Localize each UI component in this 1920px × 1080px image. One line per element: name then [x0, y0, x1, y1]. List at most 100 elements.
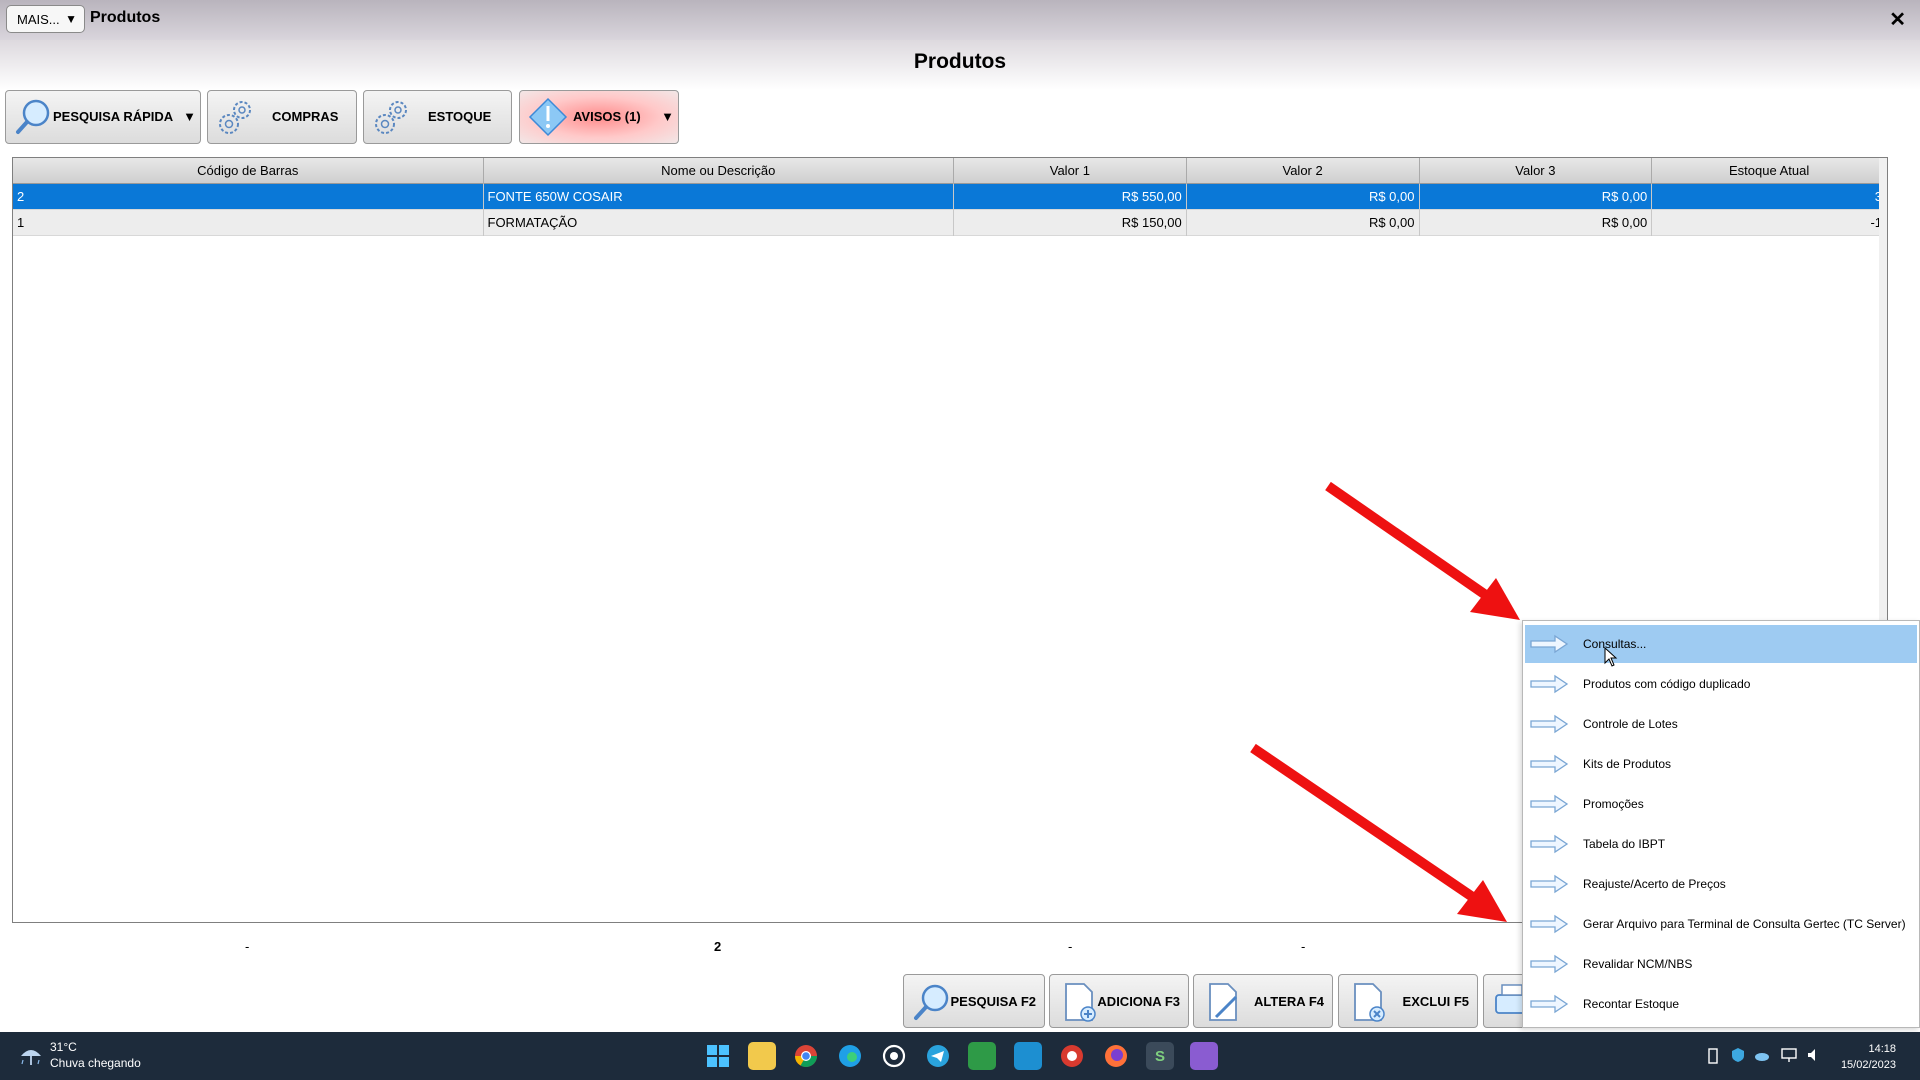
- menu-item-consultas[interactable]: Consultas...: [1525, 625, 1917, 663]
- column-header[interactable]: Estoque Atual: [1652, 158, 1887, 184]
- menu-item-revalidate-ncm[interactable]: Revalidar NCM/NBS: [1525, 945, 1917, 983]
- usb-icon[interactable]: [1706, 1047, 1720, 1065]
- menu-item-recount-stock[interactable]: Recontar Estoque: [1525, 985, 1917, 1023]
- menu-item-label: Recontar Estoque: [1583, 997, 1680, 1011]
- arrow-right-icon: [1530, 794, 1569, 814]
- cloud-icon[interactable]: [1754, 1047, 1770, 1063]
- erp-app-icon[interactable]: S: [1146, 1042, 1174, 1070]
- arrow-right-icon: [1530, 834, 1569, 854]
- menu-item-ibpt-table[interactable]: Tabela do IBPT: [1525, 825, 1917, 863]
- arrow-right-icon: [1530, 994, 1569, 1014]
- arrow-right-icon: [1530, 754, 1569, 774]
- delete-document-icon: [1354, 983, 1385, 1022]
- menu-item-label: Gerar Arquivo para Terminal de Consulta …: [1583, 917, 1906, 931]
- menu-item-label: Promoções: [1583, 797, 1644, 811]
- clock-time: 14:18: [1868, 1043, 1896, 1055]
- purchases-label: COMPRAS: [272, 109, 339, 124]
- page-title: Produtos: [913, 50, 1007, 73]
- barcode-cell: 1: [13, 210, 484, 236]
- window-title: Produtos: [90, 9, 161, 26]
- edge-icon[interactable]: [836, 1042, 864, 1070]
- warnings-button[interactable]: AVISOS (1) ▼: [519, 90, 679, 144]
- network-icon[interactable]: [1780, 1047, 1798, 1063]
- table-row[interactable]: 1 FORMATAÇÃO R$ 150,00 R$ 0,00 R$ 0,00 -…: [13, 210, 1887, 236]
- column-header[interactable]: Nome ou Descrição: [484, 158, 954, 184]
- arrow-right-icon: [1530, 954, 1569, 974]
- firefox-icon[interactable]: [1102, 1042, 1130, 1070]
- system-clock[interactable]: 14:18 15/02/2023: [1841, 1041, 1896, 1073]
- gear-icon: [219, 101, 251, 134]
- more-menu-button[interactable]: MAIS... ▼: [6, 5, 85, 33]
- column-header[interactable]: Valor 2: [1187, 158, 1420, 184]
- more-menu-label: MAIS...: [17, 11, 60, 27]
- column-header[interactable]: Valor 1: [954, 158, 1187, 184]
- total-value2: -: [1301, 939, 1306, 954]
- file-explorer-icon[interactable]: [748, 1042, 776, 1070]
- table-header: Código de Barras Nome ou Descrição Valor…: [13, 158, 1887, 184]
- menu-item-duplicate-codes[interactable]: Produtos com código duplicado: [1525, 665, 1917, 703]
- delete-f5-label: EXCLUI F5: [1402, 994, 1469, 1009]
- messenger-icon[interactable]: [1014, 1042, 1042, 1070]
- media-app-icon[interactable]: [1190, 1042, 1218, 1070]
- value3-cell: R$ 0,00: [1420, 210, 1653, 236]
- weather-description: Chuva chegando: [50, 1056, 141, 1070]
- barcode-cell: 2: [13, 184, 484, 210]
- value2-cell: R$ 0,00: [1187, 210, 1420, 236]
- menu-item-lot-control[interactable]: Controle de Lotes: [1525, 705, 1917, 743]
- value2-cell: R$ 0,00: [1187, 184, 1420, 210]
- arrow-right-icon: [1530, 874, 1569, 894]
- magnifier-icon: [914, 984, 949, 1020]
- telegram-icon[interactable]: [924, 1042, 952, 1070]
- chevron-down-icon[interactable]: ▼: [183, 109, 196, 124]
- name-cell: FONTE 650W COSAIR: [484, 184, 954, 210]
- menu-item-label: Produtos com código duplicado: [1583, 677, 1751, 691]
- chrome-icon[interactable]: [792, 1042, 820, 1070]
- more-options-menu: Consultas... Produtos com código duplica…: [1522, 620, 1920, 1028]
- quick-search-button[interactable]: PESQUISA RÁPIDA ▼: [5, 90, 201, 144]
- arrow-right-icon: [1530, 674, 1569, 694]
- total-barcode: -: [245, 939, 250, 954]
- add-f3-button[interactable]: ADICIONA F3: [1049, 974, 1189, 1028]
- stock-label: ESTOQUE: [428, 109, 492, 124]
- search-f2-label: PESQUISA F2: [950, 994, 1036, 1009]
- delete-f5-button[interactable]: EXCLUI F5: [1338, 974, 1478, 1028]
- annotation-arrow-icon: [1325, 481, 1520, 620]
- value1-cell: R$ 150,00: [954, 210, 1187, 236]
- arrow-right-icon: [1530, 634, 1569, 654]
- shield-icon[interactable]: [1730, 1047, 1746, 1063]
- value1-cell: R$ 550,00: [954, 184, 1187, 210]
- menu-item-promotions[interactable]: Promoções: [1525, 785, 1917, 823]
- edit-f4-label: ALTERA F4: [1253, 994, 1324, 1009]
- edit-f4-button[interactable]: ALTERA F4: [1193, 974, 1333, 1028]
- menu-item-label: Reajuste/Acerto de Preços: [1583, 877, 1726, 891]
- column-header[interactable]: Código de Barras: [13, 158, 484, 184]
- stock-button[interactable]: ESTOQUE: [363, 90, 512, 144]
- chevron-down-icon[interactable]: ▼: [661, 109, 674, 124]
- start-windows-icon[interactable]: [704, 1042, 732, 1070]
- volume-icon[interactable]: [1806, 1047, 1822, 1063]
- menu-item-gertec-export[interactable]: Gerar Arquivo para Terminal de Consulta …: [1525, 905, 1917, 943]
- antivirus-icon[interactable]: [1058, 1042, 1086, 1070]
- menu-item-label: Controle de Lotes: [1583, 717, 1678, 731]
- add-document-icon: [1065, 983, 1096, 1022]
- search-f2-button[interactable]: PESQUISA F2: [903, 974, 1045, 1028]
- mouse-cursor-icon: [1604, 647, 1618, 667]
- arrow-right-icon: [1530, 714, 1569, 734]
- name-cell: FORMATAÇÃO: [484, 210, 954, 236]
- umbrella-rain-icon: [21, 1050, 41, 1065]
- purchases-button[interactable]: COMPRAS: [207, 90, 357, 144]
- menu-item-label: Tabela do IBPT: [1583, 837, 1666, 851]
- close-icon[interactable]: ✕: [1889, 7, 1906, 32]
- whatsapp-icon[interactable]: [880, 1042, 908, 1070]
- table-row[interactable]: 2 FONTE 650W COSAIR R$ 550,00 R$ 0,00 R$…: [13, 184, 1887, 210]
- warning-icon: [528, 97, 568, 137]
- clock-date: 15/02/2023: [1840, 1059, 1896, 1071]
- column-header[interactable]: Valor 3: [1420, 158, 1653, 184]
- total-value1: -: [1068, 939, 1073, 954]
- menu-item-product-kits[interactable]: Kits de Produtos: [1525, 745, 1917, 783]
- menu-item-price-adjust[interactable]: Reajuste/Acerto de Preços: [1525, 865, 1917, 903]
- add-f3-label: ADICIONA F3: [1097, 994, 1180, 1009]
- quick-search-label: PESQUISA RÁPIDA: [53, 109, 174, 124]
- title-bar: MAIS... ▼ Produtos ✕: [0, 0, 1920, 40]
- spreadsheet-icon[interactable]: [968, 1042, 996, 1070]
